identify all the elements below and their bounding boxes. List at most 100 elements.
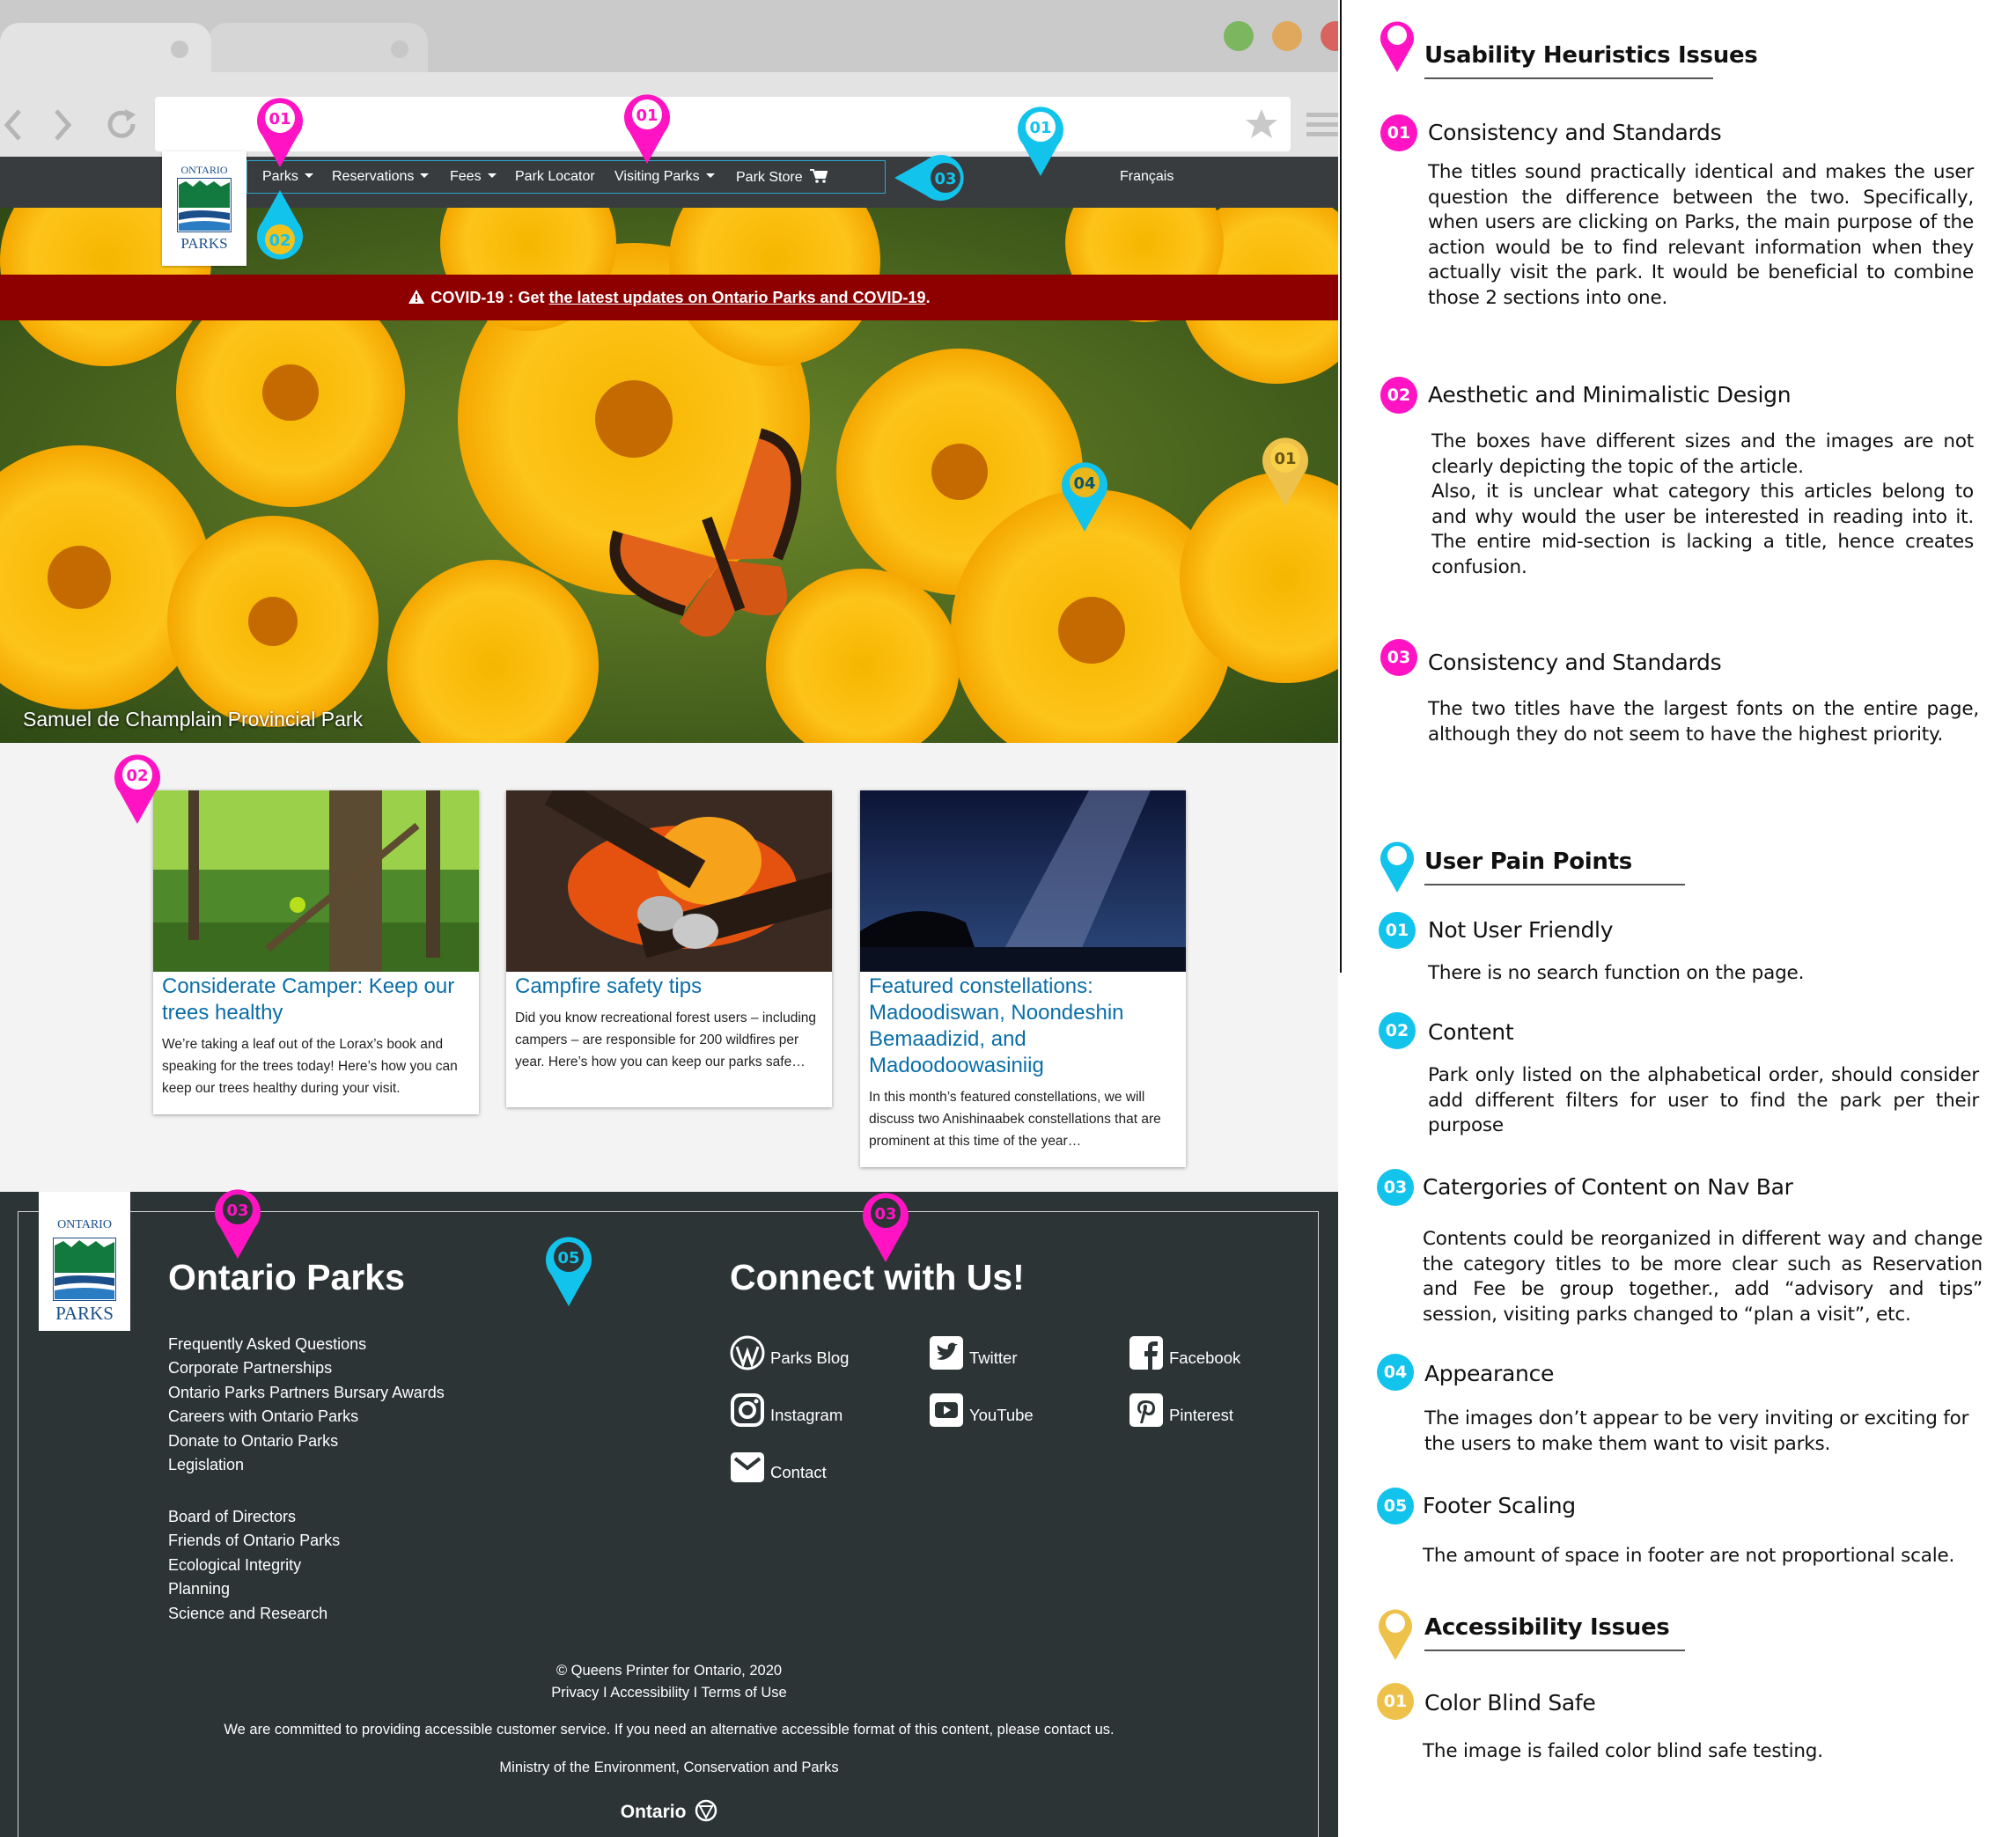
pin-label: 01 — [1274, 450, 1296, 468]
reload-icon[interactable] — [104, 106, 141, 143]
forest-image — [153, 790, 479, 972]
pin-label: 03 — [934, 170, 956, 188]
back-icon[interactable] — [2, 107, 25, 143]
pin-label: 05 — [557, 1249, 579, 1268]
browser-window: Parks Reservations Fees Park Locator Vis… — [0, 0, 1338, 1837]
pain-title: Appearance — [1424, 1361, 1555, 1386]
footer-link[interactable]: Corporate Partnerships — [168, 1356, 332, 1381]
trillium-icon — [695, 1799, 717, 1822]
ontario-wordmark[interactable]: Ontario — [0, 1799, 1338, 1823]
language-toggle[interactable]: Français — [1120, 169, 1174, 185]
pin-label: 01 — [636, 107, 658, 125]
pin-label: 02 — [126, 767, 148, 785]
social-youtube[interactable]: YouTube — [929, 1392, 1034, 1428]
nav-fees[interactable]: Fees — [450, 169, 497, 185]
accessibility-underline — [1424, 1650, 1685, 1651]
menu-icon[interactable] — [1306, 109, 1338, 141]
article-card[interactable]: Considerate Camper: Keep our trees healt… — [153, 790, 479, 1114]
article-card[interactable]: Campfire safety tips Did you know recrea… — [506, 790, 832, 1107]
browser-tab[interactable] — [208, 23, 428, 72]
pinterest-icon — [1129, 1393, 1163, 1427]
window-maximize-button[interactable] — [1224, 21, 1254, 51]
footer-link[interactable]: Science and Research — [168, 1602, 327, 1627]
heuristic-badge: 03 — [1380, 639, 1417, 676]
pin-label: 02 — [269, 231, 291, 250]
forward-icon[interactable] — [51, 107, 74, 143]
social-instagram[interactable]: Instagram — [730, 1392, 842, 1428]
accessibility-pin-icon — [1379, 1609, 1412, 1660]
social-pinterest[interactable]: Pinterest — [1129, 1392, 1233, 1428]
hero-caption: Samuel de Champlain Provincial Park — [23, 708, 364, 731]
pain-badge: 01 — [1379, 912, 1416, 949]
night-sky-image — [860, 790, 1186, 972]
pain-points-pin-icon — [1380, 841, 1414, 893]
card-title[interactable]: Considerate Camper: Keep our trees healt… — [153, 974, 479, 1026]
footer-link[interactable]: Ontario Parks Partners Bursary Awards — [168, 1381, 445, 1406]
facebook-icon — [1129, 1336, 1163, 1370]
ministry-name: Ministry of the Environment, Conservatio… — [499, 1760, 839, 1775]
card-title[interactable]: Campfire safety tips — [506, 974, 832, 1000]
heuristics-underline — [1424, 77, 1713, 79]
heuristic-title: Consistency and Standards — [1428, 650, 1722, 675]
nav-park-locator[interactable]: Park Locator — [515, 169, 595, 185]
pin-label: 01 — [1029, 119, 1051, 137]
footer-logo-text-bottom: PARKS — [55, 1303, 114, 1324]
footer-logo-emblem — [53, 1238, 116, 1301]
card-title[interactable]: Featured constellations: Madoodiswan, No… — [860, 974, 1186, 1079]
youtube-icon — [930, 1393, 963, 1427]
social-twitter[interactable]: Twitter — [929, 1335, 1017, 1370]
pain-body: Park only listed on the alphabetical ord… — [1428, 1064, 1979, 1136]
accessibility-item-body: The image is failed color blind safe tes… — [1423, 1740, 1823, 1762]
copyright: © Queens Printer for Ontario, 2020 — [556, 1663, 783, 1679]
footer-link[interactable]: Board of Directors — [168, 1505, 296, 1530]
browser-tab-active[interactable] — [0, 23, 211, 72]
heuristic-title: Consistency and Standards — [1428, 120, 1722, 145]
window-minimize-button[interactable] — [1272, 21, 1302, 51]
footer-ontario-parks-logo[interactable]: ONTARIO PARKS — [39, 1192, 130, 1331]
annotation-pin-pain-05: 05 — [542, 1232, 595, 1308]
footer-link[interactable]: Donate to Ontario Parks — [168, 1429, 338, 1454]
footer-heading-ontario-parks: Ontario Parks — [168, 1257, 405, 1297]
pain-title: Catergories of Content on Nav Bar — [1423, 1174, 1793, 1200]
annotation-pin-pain-04: 04 — [1058, 458, 1111, 533]
footer-link[interactable]: Careers with Ontario Parks — [168, 1405, 358, 1429]
annotation-pin-pain-03: 03 — [893, 151, 968, 204]
accessibility-item-title: Color Blind Safe — [1424, 1690, 1596, 1716]
pain-title: Footer Scaling — [1423, 1493, 1576, 1518]
social-contact[interactable]: Contact — [730, 1450, 827, 1485]
covid-updates-link[interactable]: the latest updates on Ontario Parks and … — [548, 289, 925, 306]
nav-park-store[interactable]: Park Store — [736, 169, 828, 186]
footer-link[interactable]: Legislation — [168, 1453, 244, 1478]
annotation-pin-heuristic-02: 02 — [111, 750, 164, 826]
window-close-button[interactable] — [1321, 21, 1338, 51]
annotation-pin-heuristic-03: 03 — [859, 1188, 912, 1264]
pain-badge: 05 — [1377, 1488, 1414, 1525]
accessibility-badge: 01 — [1377, 1683, 1414, 1720]
cart-icon — [810, 169, 828, 183]
footer-logo-text-top: ONTARIO — [57, 1218, 112, 1231]
campfire-image — [506, 790, 832, 972]
heuristic-body: The two titles have the largest fonts on… — [1428, 698, 1979, 746]
nav-reservations[interactable]: Reservations — [332, 169, 430, 185]
footer-link[interactable]: Planning — [168, 1577, 230, 1602]
wordpress-icon — [730, 1335, 765, 1370]
alert-suffix: . — [925, 289, 931, 306]
pin-label: 04 — [1073, 474, 1095, 493]
accessibility-statement: We are committed to providing accessible… — [224, 1722, 1115, 1738]
address-bar[interactable] — [155, 97, 1291, 151]
annotation-pin-heuristic-01: 01 — [621, 90, 673, 165]
social-facebook[interactable]: Facebook — [1129, 1335, 1240, 1370]
panel-divider — [1340, 0, 1342, 973]
legal-links[interactable]: Privacy I Accessibility I Terms of Use — [0, 1685, 1338, 1701]
footer-link[interactable]: Ecological Integrity — [168, 1554, 301, 1578]
nav-parks[interactable]: Parks — [262, 169, 313, 185]
heuristics-pin-icon — [1380, 21, 1414, 72]
nav-visiting-parks[interactable]: Visiting Parks — [614, 169, 715, 185]
social-parks-blog[interactable]: Parks Blog — [730, 1335, 849, 1370]
bookmark-star-icon[interactable] — [1245, 107, 1278, 141]
footer-link[interactable]: Frequently Asked Questions — [168, 1333, 366, 1357]
footer-link[interactable]: Friends of Ontario Parks — [168, 1529, 340, 1554]
article-card[interactable]: Featured constellations: Madoodiswan, No… — [860, 790, 1186, 1167]
ontario-parks-logo[interactable]: ONTARIO PARKS — [162, 151, 246, 266]
ontario-wordmark-text: Ontario — [620, 1802, 687, 1822]
